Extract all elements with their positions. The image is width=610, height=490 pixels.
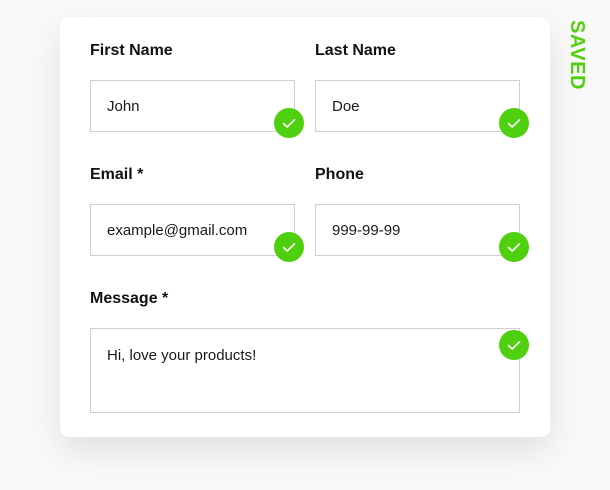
first-name-input[interactable]: John <box>90 80 295 132</box>
email-input[interactable]: example@gmail.com <box>90 204 295 256</box>
phone-input[interactable]: 999-99-99 <box>315 204 520 256</box>
last-name-input[interactable]: Doe <box>315 80 520 132</box>
phone-valid-check-icon <box>499 232 529 262</box>
email-valid-check-icon <box>274 232 304 262</box>
first-name-valid-check-icon <box>274 108 304 138</box>
first-name-label: First Name <box>90 42 173 59</box>
contact-form-card: First Name John Last Name Doe Email * ex… <box>60 17 550 437</box>
message-textarea[interactable]: Hi, love your products! <box>90 328 520 413</box>
email-label: Email * <box>90 166 144 183</box>
message-label: Message * <box>90 290 169 307</box>
saved-status-label: SAVED <box>566 20 588 90</box>
last-name-label: Last Name <box>315 42 396 59</box>
phone-label: Phone <box>315 166 364 183</box>
message-valid-check-icon <box>499 330 529 360</box>
last-name-valid-check-icon <box>499 108 529 138</box>
